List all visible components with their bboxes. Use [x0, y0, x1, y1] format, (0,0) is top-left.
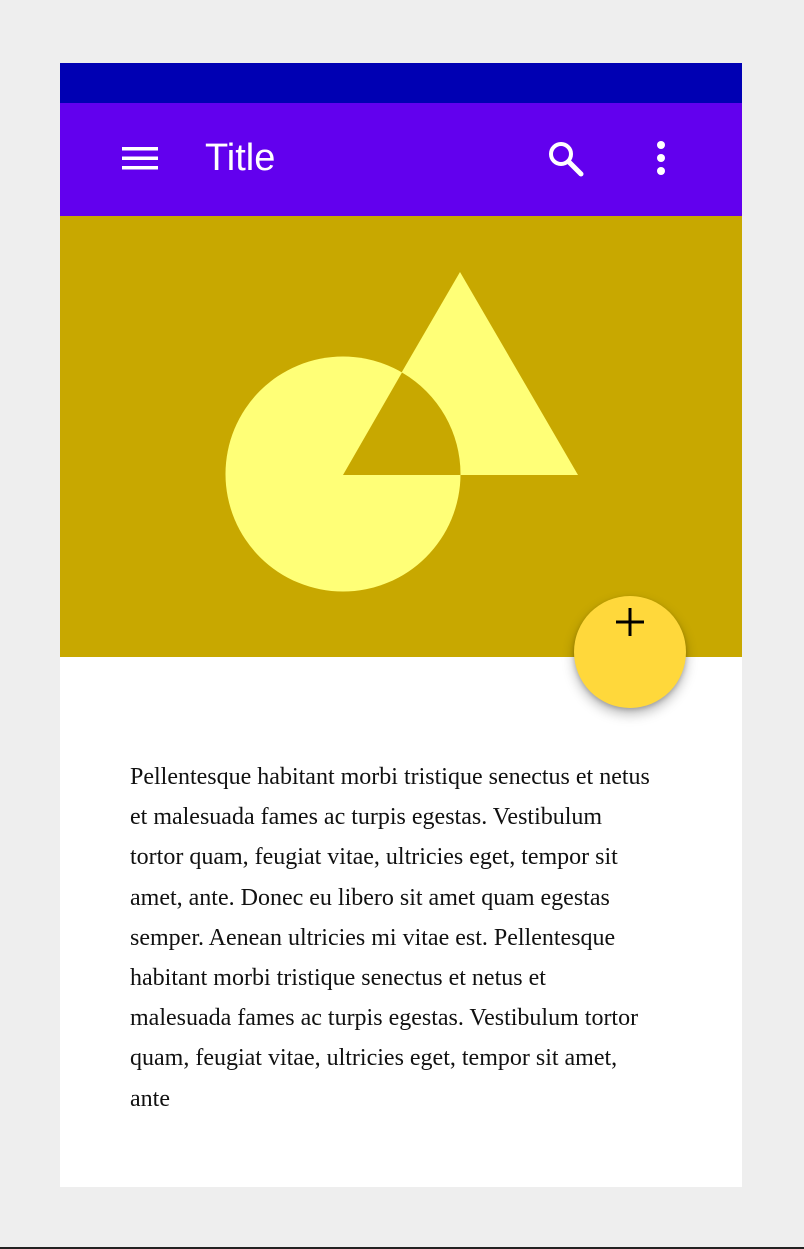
- plus-vertical-bar: [628, 608, 632, 636]
- menu-button[interactable]: [116, 134, 164, 182]
- search-icon: [549, 142, 584, 177]
- hero-illustration: [60, 216, 742, 657]
- more-vertical-icon: [657, 141, 665, 175]
- search-button[interactable]: [541, 134, 589, 182]
- status-bar: [60, 63, 742, 103]
- phone-screen: Title Pellentesque habitant morbi tristi…: [60, 63, 742, 1187]
- more-options-button[interactable]: [637, 134, 685, 182]
- top-app-bar: Title: [60, 103, 742, 216]
- hero-image: [60, 216, 742, 657]
- add-fab-button[interactable]: [574, 596, 686, 708]
- menu-icon: [122, 147, 158, 170]
- plus-icon: [616, 608, 644, 636]
- body-text: Pellentesque habitant morbi tristique se…: [130, 764, 650, 1112]
- app-bar-title: Title: [205, 137, 276, 179]
